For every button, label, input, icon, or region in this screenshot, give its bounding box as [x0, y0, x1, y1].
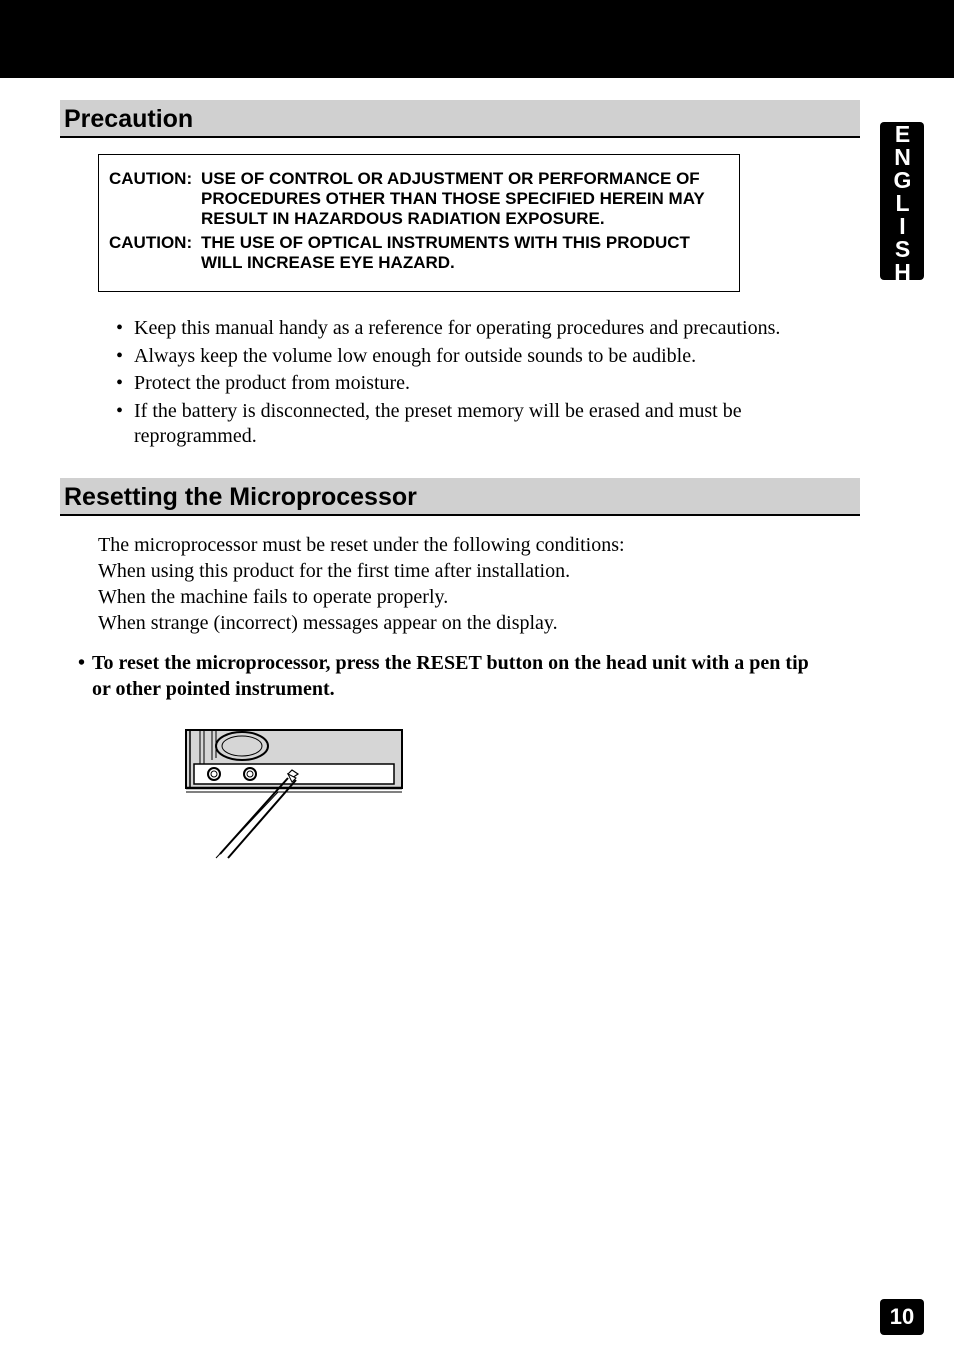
precaution-bullets: Keep this manual handy as a reference fo… [116, 316, 840, 450]
caution-box: CAUTION: USE OF CONTROL OR ADJUSTMENT OR… [98, 154, 740, 292]
reset-diagram [180, 724, 860, 869]
bullet-item: Protect the product from moisture. [116, 371, 840, 397]
head-unit-reset-icon [180, 724, 410, 864]
reset-line: When the machine fails to operate proper… [98, 584, 830, 610]
caution-label-1: CAUTION: [109, 169, 201, 229]
bullet-item: Keep this manual handy as a reference fo… [116, 316, 840, 342]
caution-row-2: CAUTION: THE USE OF OPTICAL INSTRUMENTS … [109, 233, 729, 273]
caution-text-1: USE OF CONTROL OR ADJUSTMENT OR PERFORMA… [201, 169, 729, 229]
caution-label-2: CAUTION: [109, 233, 201, 273]
language-tab-label: ENGLISH [891, 121, 914, 282]
resetting-heading: Resetting the Microprocessor [60, 478, 860, 516]
precaution-heading: Precaution [60, 100, 860, 138]
resetting-body: The microprocessor must be reset under t… [98, 532, 830, 636]
caution-row-1: CAUTION: USE OF CONTROL OR ADJUSTMENT OR… [109, 169, 729, 229]
reset-line: When using this product for the first ti… [98, 558, 830, 584]
header-black-band [0, 0, 954, 78]
language-tab: ENGLISH [880, 122, 924, 280]
reset-line: The microprocessor must be reset under t… [98, 532, 830, 558]
page-content: Precaution CAUTION: USE OF CONTROL OR AD… [60, 100, 860, 869]
bullet-item: If the battery is disconnected, the pres… [116, 399, 840, 450]
reset-line: When strange (incorrect) messages appear… [98, 610, 830, 636]
page-number: 10 [880, 1299, 924, 1335]
caution-text-2: THE USE OF OPTICAL INSTRUMENTS WITH THIS… [201, 233, 729, 273]
reset-instruction: To reset the microprocessor, press the R… [78, 650, 830, 702]
bullet-item: Always keep the volume low enough for ou… [116, 344, 840, 370]
